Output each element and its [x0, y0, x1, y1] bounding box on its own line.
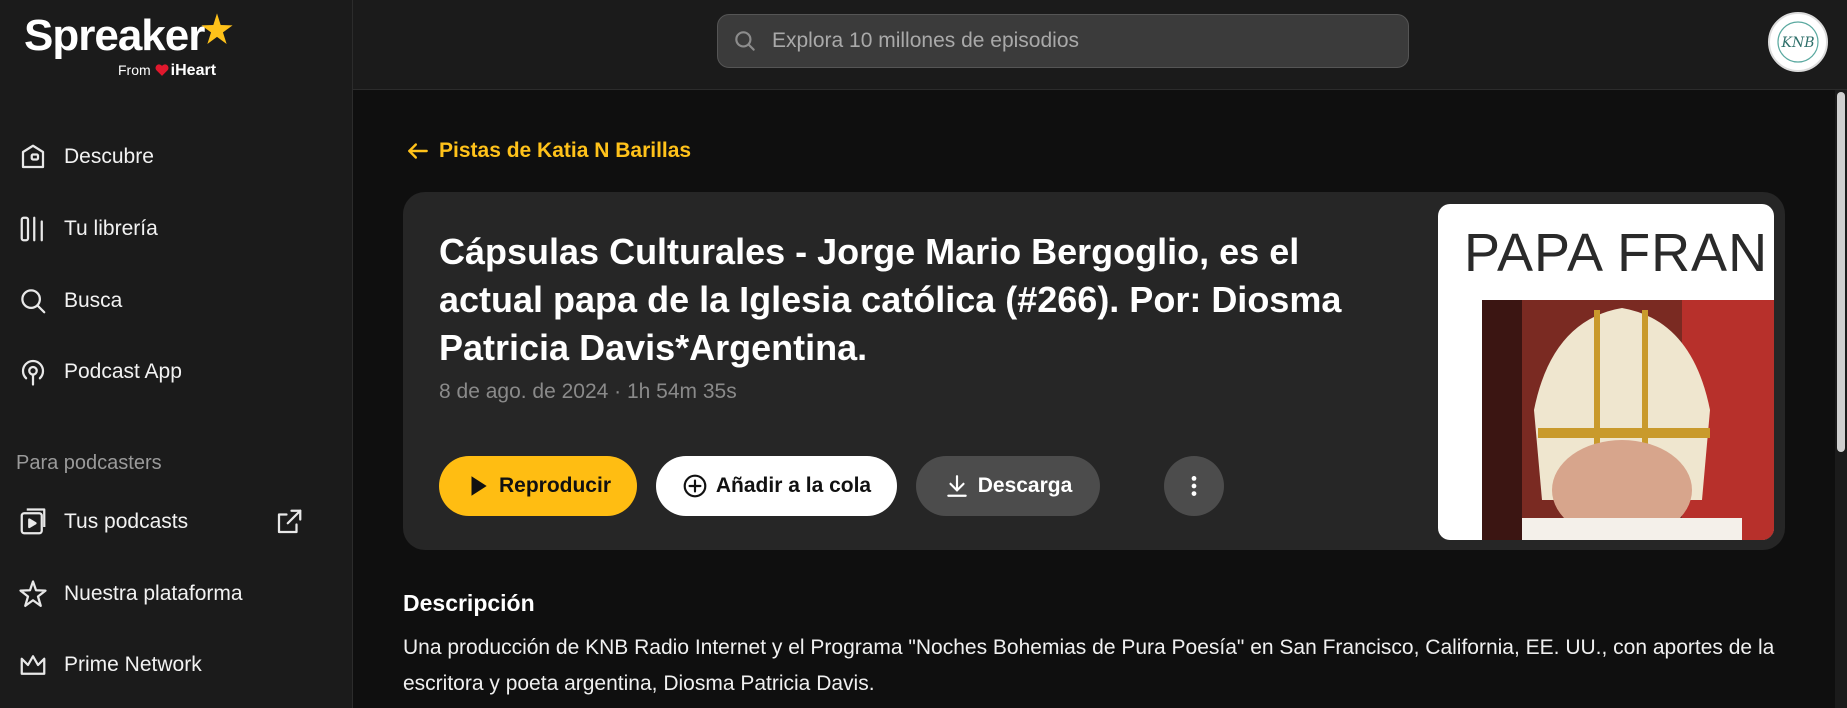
library-icon — [16, 212, 50, 246]
avatar-text: KNB — [1781, 35, 1815, 51]
spreaker-logo[interactable]: Spreaker From iHeart — [24, 10, 244, 79]
episode-card: Cápsulas Culturales - Jorge Mario Bergog… — [403, 192, 1785, 550]
sidebar-item-label: Descubre — [64, 145, 154, 168]
scrollbar-thumb[interactable] — [1837, 92, 1845, 452]
pope-photo — [1482, 300, 1774, 540]
search-icon — [735, 31, 755, 51]
back-link[interactable]: Pistas de Katia N Barillas — [405, 138, 691, 164]
logo-partner: iHeart — [170, 62, 217, 79]
sidebar-item-label: Podcast App — [64, 360, 182, 383]
search-icon — [16, 284, 50, 318]
sidebar-item-descubre[interactable]: Descubre — [16, 133, 336, 181]
scrollbar[interactable] — [1835, 90, 1847, 708]
star-icon — [16, 577, 50, 611]
sidebar-item-libreria[interactable]: Tu librería — [16, 205, 336, 253]
logo-star-icon — [201, 13, 233, 45]
play-icon — [471, 476, 487, 496]
add-to-queue-button[interactable]: Añadir a la cola — [656, 456, 897, 516]
play-button[interactable]: Reproducir — [439, 456, 637, 516]
back-link-label: Pistas de Katia N Barillas — [439, 139, 692, 162]
crown-icon — [16, 648, 50, 682]
main-content: Pistas de Katia N Barillas Cápsulas Cult… — [353, 90, 1847, 708]
section-label-podcasters: Para podcasters — [16, 452, 162, 474]
add-to-queue-label: Añadir a la cola — [715, 474, 872, 497]
sidebar-item-nuestra-plataforma[interactable]: Nuestra plataforma — [16, 570, 336, 618]
sidebar: Spreaker From iHeart Descubre Tu librería… — [0, 0, 353, 708]
more-options-button[interactable] — [1164, 456, 1224, 516]
sidebar-item-label: Tus podcasts — [64, 510, 189, 533]
logo-from-text: From — [118, 62, 151, 78]
sidebar-item-label: Nuestra plataforma — [64, 582, 243, 605]
plus-circle-icon — [683, 474, 707, 498]
sidebar-item-busca[interactable]: Busca — [16, 277, 336, 325]
external-link-icon[interactable] — [274, 507, 304, 537]
episode-cover-image: PAPA FRAN — [1438, 204, 1774, 540]
sidebar-item-label: Tu librería — [64, 217, 158, 240]
search-input[interactable] — [770, 28, 1408, 54]
more-vertical-icon — [1191, 476, 1197, 496]
description-text: Una producción de KNB Radio Internet y e… — [403, 636, 1775, 695]
top-bar — [353, 0, 1847, 90]
iheart-heart-icon — [155, 64, 169, 76]
episode-title: Cápsulas Culturales - Jorge Mario Bergog… — [439, 231, 1342, 368]
sidebar-item-label: Prime Network — [64, 653, 202, 676]
avatar-logo-icon: KNB — [1777, 21, 1819, 63]
logo-from: From iHeart — [118, 62, 216, 79]
description-heading: Descripción — [403, 590, 535, 616]
download-icon — [946, 475, 967, 497]
arrow-left-icon — [408, 143, 428, 159]
podcasts-icon — [16, 505, 50, 539]
podcast-app-icon — [16, 355, 50, 389]
sidebar-item-prime-network[interactable]: Prime Network — [16, 641, 336, 689]
play-button-label: Reproducir — [498, 474, 611, 497]
sidebar-item-label: Busca — [64, 289, 123, 312]
logo-wordmark: Spreaker — [24, 11, 205, 60]
episode-meta: 8 de ago. de 2024 · 1h 54m 35s — [439, 380, 737, 403]
sidebar-item-tus-podcasts[interactable]: Tus podcasts — [16, 498, 336, 546]
cover-text: PAPA FRAN — [1464, 223, 1769, 283]
user-avatar[interactable]: KNB — [1768, 12, 1828, 72]
search-bar[interactable] — [717, 14, 1409, 68]
download-label: Descarga — [977, 474, 1073, 497]
home-icon — [16, 140, 50, 174]
download-button[interactable]: Descarga — [916, 456, 1100, 516]
sidebar-item-podcast-app[interactable]: Podcast App — [16, 348, 336, 396]
